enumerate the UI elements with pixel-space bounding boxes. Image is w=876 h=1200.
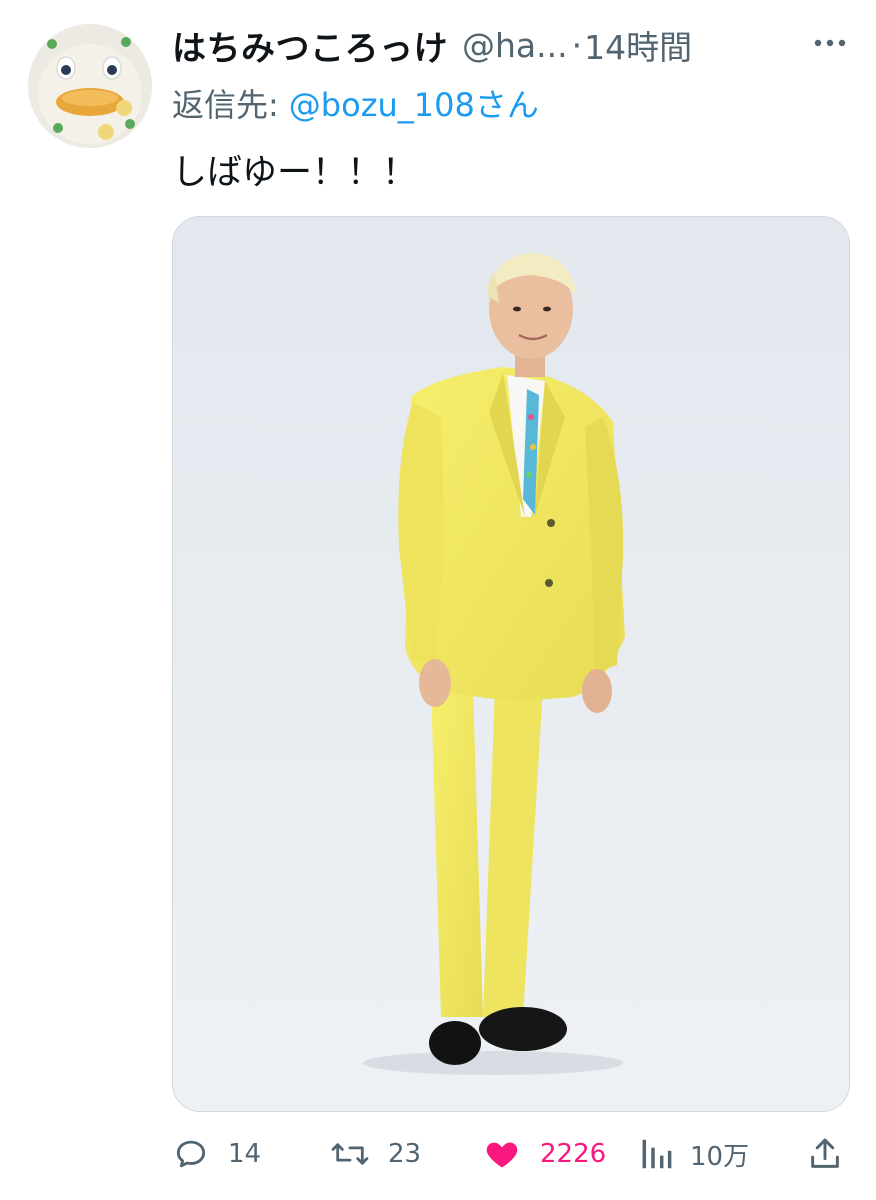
more-horizontal-icon: [814, 39, 846, 47]
reply-bubble-icon: [176, 1140, 206, 1168]
retweet-button[interactable]: 23: [330, 1128, 421, 1180]
reply-mention-link[interactable]: @bozu_108さん: [289, 86, 539, 124]
reply-button[interactable]: 14: [172, 1128, 261, 1180]
reply-count: 14: [228, 1139, 262, 1169]
tweet-photo[interactable]: [172, 216, 850, 1112]
heart-icon-filled: [486, 1142, 518, 1168]
share-button[interactable]: [808, 1128, 842, 1180]
view-count: 10万: [690, 1141, 750, 1172]
user-handle[interactable]: @ha...: [462, 26, 568, 65]
retweet-icon: [331, 1143, 369, 1165]
tweet-timestamp[interactable]: 14時間: [584, 21, 692, 69]
avatar-image: [28, 24, 152, 148]
header-separator: ·: [571, 25, 583, 65]
reply-context: 返信先: @bozu_108さん: [172, 80, 539, 126]
tweet-action-bar: 14 23 2226 10万: [172, 1128, 848, 1180]
like-count: 2226: [540, 1139, 607, 1169]
tweet-text: しばゆー！！！: [172, 153, 418, 193]
retweet-count: 23: [388, 1139, 422, 1169]
tweet-header: はちみつころっけ @ha... · 14時間: [172, 20, 862, 70]
more-options-button[interactable]: [810, 28, 850, 58]
views-bar-chart-icon: [642, 1139, 672, 1169]
avatar[interactable]: [28, 24, 152, 148]
photo-image: [173, 217, 849, 1111]
share-upload-icon: [811, 1138, 839, 1168]
views-button[interactable]: 10万: [640, 1128, 749, 1180]
like-button[interactable]: 2226: [482, 1128, 606, 1180]
reply-prefix: 返信先:: [172, 86, 279, 124]
display-name[interactable]: はちみつころっけ: [172, 21, 448, 70]
